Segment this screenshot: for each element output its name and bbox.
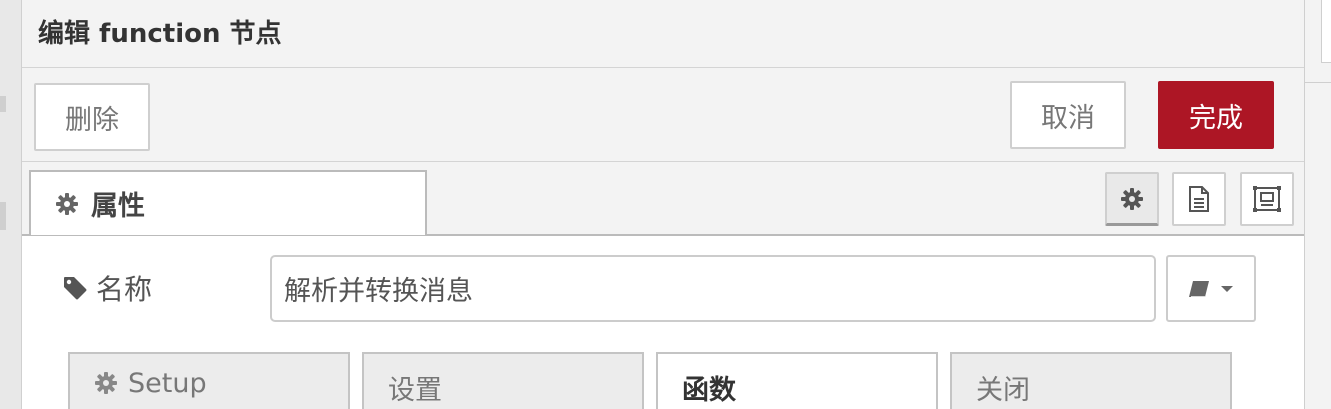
subtab-function[interactable]: 函数 — [656, 352, 938, 409]
name-input[interactable] — [270, 255, 1156, 322]
gear-icon — [1121, 187, 1143, 210]
description-icon — [1189, 186, 1209, 212]
tag-icon — [64, 277, 87, 300]
editor-page: 编辑 function 节点 删除 取消 完成 属性 名称 解析并转换消息 Se… — [0, 0, 1331, 409]
subtab-setup[interactable]: Setup — [68, 352, 350, 409]
delete-button[interactable]: 删除 — [34, 83, 150, 151]
edit-tray: 编辑 function 节点 删除 取消 完成 属性 名称 解析并转换消息 Se… — [22, 0, 1304, 409]
subtab-function-label: 函数 — [682, 375, 736, 406]
subtab-settings[interactable]: 设置 — [362, 352, 644, 409]
cancel-button[interactable]: 取消 — [1010, 81, 1126, 149]
sidebar-edge — [1304, 0, 1331, 409]
done-button[interactable]: 完成 — [1158, 81, 1274, 149]
appearance-tab-button[interactable] — [1240, 172, 1294, 226]
name-form-row: 名称 — [22, 236, 1304, 336]
workspace-edge — [0, 0, 22, 409]
library-menu-button[interactable] — [1166, 255, 1256, 322]
workspace-mark — [0, 202, 6, 230]
description-tab-button[interactable] — [1172, 172, 1226, 226]
appearance-icon — [1253, 186, 1281, 212]
node-properties-tab-button[interactable] — [1105, 172, 1159, 226]
subtab-setup-label: Setup — [128, 368, 207, 399]
name-label: 名称 — [62, 268, 152, 308]
tray-tabbar: 属性 — [22, 162, 1304, 236]
subtab-close[interactable]: 关闭 — [950, 352, 1232, 409]
gear-icon — [56, 192, 78, 215]
tray-title: 编辑 function 节点 — [38, 19, 282, 49]
caret-down-icon — [1221, 285, 1233, 292]
name-label-text: 名称 — [96, 273, 153, 306]
book-icon — [1189, 280, 1233, 298]
workspace-mark — [0, 96, 6, 112]
gear-icon — [95, 372, 117, 394]
sidebar-scrollbar[interactable] — [1321, 0, 1331, 63]
function-subtabs: Setup 设置 函数 关闭 — [22, 352, 1304, 409]
tray-header: 编辑 function 节点 — [22, 0, 1304, 68]
tab-properties-label: 属性 — [91, 191, 145, 222]
tab-properties[interactable]: 属性 — [29, 170, 427, 235]
subtab-close-label: 关闭 — [976, 375, 1030, 406]
subtab-settings-label: 设置 — [388, 375, 442, 406]
sidebar-divider — [1305, 82, 1331, 83]
tray-toolbar: 删除 取消 完成 — [22, 68, 1304, 162]
